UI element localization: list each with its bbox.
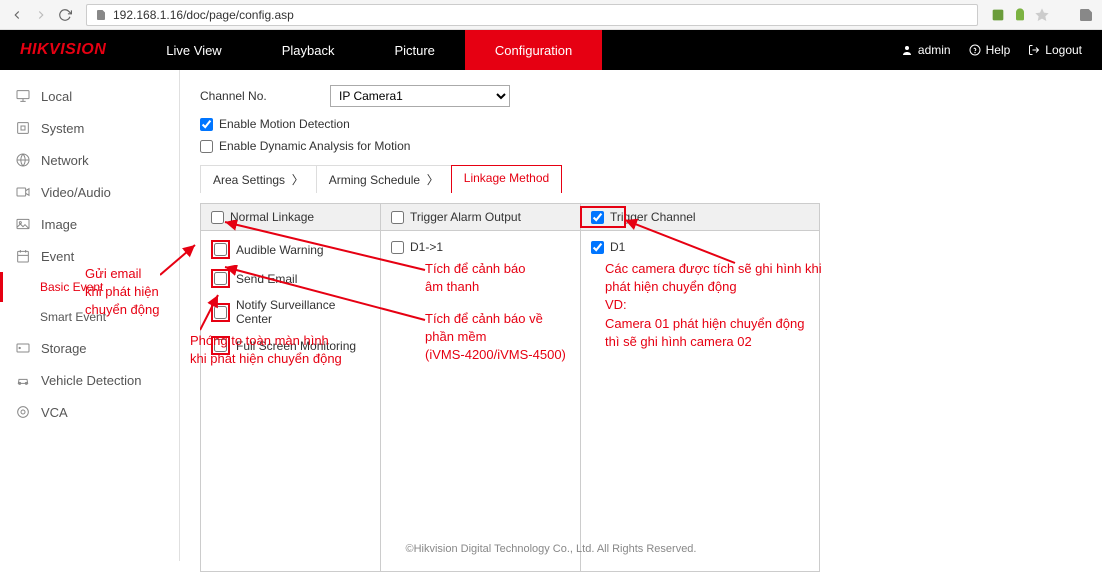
checkbox-d1[interactable]: [591, 241, 604, 254]
label-enable-dynamic: Enable Dynamic Analysis for Motion: [219, 139, 410, 153]
row-channel: Channel No. IP Camera1: [200, 85, 1082, 107]
logo: HIKVISION: [0, 41, 136, 59]
opt-d1: D1: [581, 235, 819, 259]
tab-area-settings[interactable]: Area Settings 〉: [200, 165, 317, 193]
content: Channel No. IP Camera1 Enable Motion Det…: [180, 70, 1102, 561]
user-icon: [901, 44, 913, 56]
checkbox-col-alarm[interactable]: [391, 211, 404, 224]
linkage-table-head: Normal Linkage Trigger Alarm Output Trig…: [201, 204, 819, 231]
checkbox-audible[interactable]: [214, 243, 227, 256]
network-icon: [15, 152, 31, 168]
col-trigger-channel: Trigger Channel: [581, 204, 819, 230]
row-enable-motion: Enable Motion Detection: [200, 117, 1082, 131]
tabs: Area Settings 〉 Arming Schedule 〉 Linkag…: [200, 165, 1082, 193]
video-icon: [15, 184, 31, 200]
sidebar-video-audio[interactable]: Video/Audio: [0, 176, 179, 208]
main: Local System Network Video/Audio Image E…: [0, 70, 1102, 561]
url-bar[interactable]: 192.168.1.16/doc/page/config.asp: [86, 4, 978, 26]
nav-picture[interactable]: Picture: [364, 30, 464, 70]
col-normal-linkage: Normal Linkage: [201, 204, 381, 230]
help-icon: [969, 44, 981, 56]
extension-icons: [990, 7, 1094, 23]
sidebar-smart-event[interactable]: Smart Event: [0, 302, 179, 332]
checkbox-send-email[interactable]: [214, 272, 227, 285]
checkbox-col-normal[interactable]: [211, 211, 224, 224]
sidebar-vehicle-detection[interactable]: Vehicle Detection: [0, 364, 179, 396]
checkbox-col-channel[interactable]: [591, 211, 604, 224]
android-icon[interactable]: [1012, 7, 1028, 23]
back-icon[interactable]: [8, 6, 26, 24]
user-admin[interactable]: admin: [901, 43, 951, 57]
tab-arming-schedule[interactable]: Arming Schedule 〉: [316, 165, 452, 193]
storage-icon: [15, 340, 31, 356]
help-link[interactable]: Help: [969, 43, 1011, 57]
col-alarm-body: D1->1: [381, 231, 581, 571]
save-icon[interactable]: [1078, 7, 1094, 23]
top-nav-right: admin Help Logout: [901, 43, 1102, 57]
sidebar-event[interactable]: Event: [0, 240, 179, 272]
image-icon: [15, 216, 31, 232]
nav-live-view[interactable]: Live View: [136, 30, 251, 70]
event-icon: [15, 248, 31, 264]
download-icon[interactable]: [1056, 7, 1072, 23]
logout-link[interactable]: Logout: [1028, 43, 1082, 57]
sidebar-basic-event[interactable]: Basic Event: [0, 272, 179, 302]
forward-icon[interactable]: [32, 6, 50, 24]
checkbox-enable-motion[interactable]: [200, 118, 213, 131]
sidebar-storage[interactable]: Storage: [0, 332, 179, 364]
nav-playback[interactable]: Playback: [252, 30, 365, 70]
checkbox-d1-1[interactable]: [391, 241, 404, 254]
col-normal-body: Audible Warning Send Email Notify Survei…: [201, 231, 381, 571]
opt-audible: Audible Warning: [201, 235, 380, 264]
logout-icon: [1028, 44, 1040, 56]
linkage-table-body: Audible Warning Send Email Notify Survei…: [201, 231, 819, 571]
label-channel-no: Channel No.: [200, 89, 330, 103]
monitor-icon: [15, 88, 31, 104]
sidebar-image[interactable]: Image: [0, 208, 179, 240]
help-label: Help: [986, 43, 1011, 57]
linkage-table: Normal Linkage Trigger Alarm Output Trig…: [200, 203, 820, 572]
sidebar-system[interactable]: System: [0, 112, 179, 144]
reload-icon[interactable]: [56, 6, 74, 24]
admin-label: admin: [918, 43, 951, 57]
opt-notify: Notify Surveillance Center: [201, 293, 380, 331]
sidebar: Local System Network Video/Audio Image E…: [0, 70, 180, 561]
opt-d1-1: D1->1: [381, 235, 580, 259]
vehicle-icon: [15, 372, 31, 388]
nav-configuration[interactable]: Configuration: [465, 30, 602, 70]
url-text: 192.168.1.16/doc/page/config.asp: [113, 8, 294, 22]
star-icon[interactable]: [1034, 7, 1050, 23]
select-channel[interactable]: IP Camera1: [330, 85, 510, 107]
checkbox-notify[interactable]: [214, 306, 227, 319]
checkbox-full-screen[interactable]: [214, 339, 227, 352]
logout-label: Logout: [1045, 43, 1082, 57]
system-icon: [15, 120, 31, 136]
top-nav: HIKVISION Live View Playback Picture Con…: [0, 30, 1102, 70]
opt-full-screen: Full Screen Monitoring: [201, 331, 380, 360]
sidebar-vca[interactable]: VCA: [0, 396, 179, 428]
opt-send-email: Send Email: [201, 264, 380, 293]
sidebar-local[interactable]: Local: [0, 80, 179, 112]
tab-linkage-method[interactable]: Linkage Method: [451, 165, 562, 193]
ext-icon-1[interactable]: [990, 7, 1006, 23]
vca-icon: [15, 404, 31, 420]
label-enable-motion: Enable Motion Detection: [219, 117, 350, 131]
col-channel-body: D1: [581, 231, 819, 571]
col-trigger-alarm: Trigger Alarm Output: [381, 204, 581, 230]
row-enable-dynamic: Enable Dynamic Analysis for Motion: [200, 139, 1082, 153]
footer: ©Hikvision Digital Technology Co., Ltd. …: [0, 543, 1102, 555]
checkbox-enable-dynamic[interactable]: [200, 140, 213, 153]
sidebar-network[interactable]: Network: [0, 144, 179, 176]
browser-bar: 192.168.1.16/doc/page/config.asp: [0, 0, 1102, 30]
